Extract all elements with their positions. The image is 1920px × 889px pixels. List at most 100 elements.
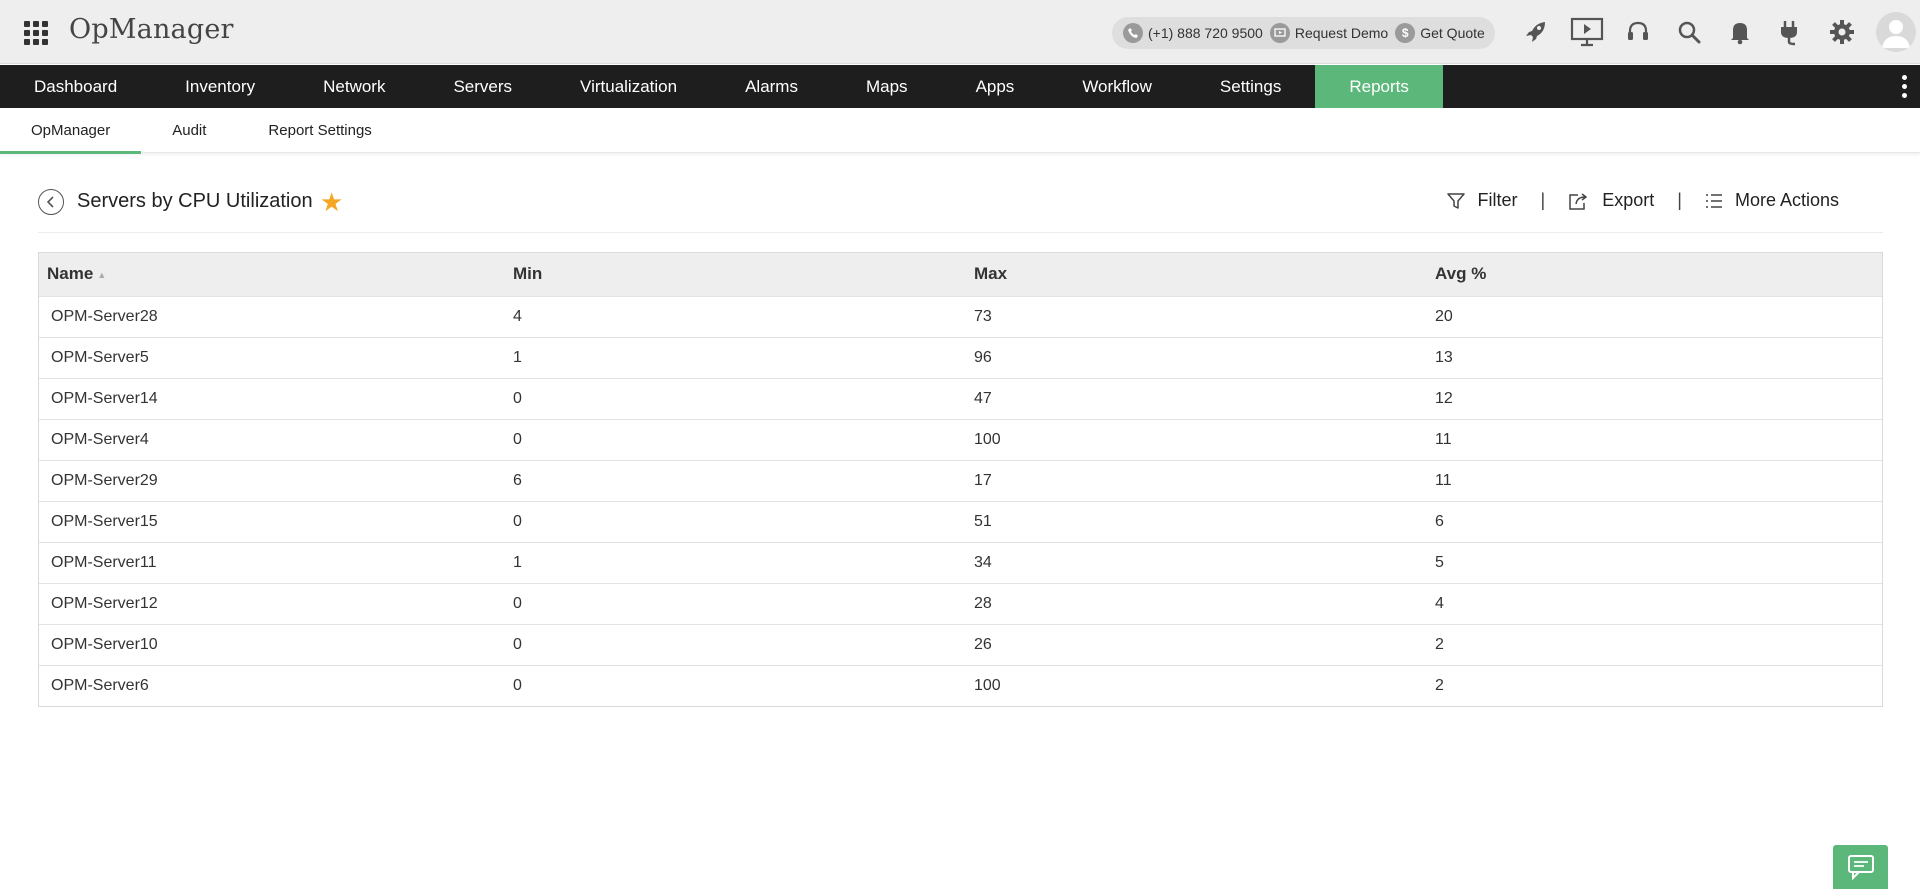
- rocket-icon[interactable]: [1510, 12, 1561, 52]
- chat-button[interactable]: [1833, 845, 1888, 889]
- nav-settings[interactable]: Settings: [1186, 65, 1315, 108]
- phone-icon: [1123, 23, 1143, 43]
- export-button[interactable]: Export: [1568, 190, 1654, 211]
- cell-min: 0: [513, 676, 522, 694]
- cell-min: 0: [513, 635, 522, 653]
- cell-name: OPM-Server28: [51, 307, 158, 325]
- cell-avg: 11: [1435, 471, 1452, 489]
- page-title: Servers by CPU Utilization: [77, 190, 313, 212]
- filter-icon: [1446, 192, 1465, 209]
- column-header-avg[interactable]: Avg %: [1427, 253, 1882, 296]
- search-icon[interactable]: [1663, 12, 1714, 52]
- action-separator: |: [1677, 190, 1682, 210]
- cell-name: OPM-Server11: [51, 553, 157, 571]
- column-header-name[interactable]: Name ▲: [39, 253, 505, 296]
- nav-reports[interactable]: Reports: [1315, 65, 1443, 108]
- cell-name: OPM-Server5: [51, 348, 149, 366]
- nav-workflow[interactable]: Workflow: [1048, 65, 1186, 108]
- favorite-star-icon[interactable]: ★: [320, 189, 343, 215]
- cell-min: 0: [513, 594, 522, 612]
- cell-avg: 12: [1435, 389, 1453, 407]
- top-icon-bar: [1510, 12, 1867, 52]
- plug-icon[interactable]: [1765, 12, 1816, 52]
- cell-max: 26: [974, 635, 992, 653]
- sort-icon: ▲: [97, 269, 107, 280]
- main-nav: Dashboard Inventory Network Servers Virt…: [0, 65, 1920, 108]
- cell-avg: 13: [1435, 348, 1453, 366]
- cell-min: 0: [513, 389, 522, 407]
- brand-logo[interactable]: OpManager: [69, 14, 234, 45]
- bell-icon[interactable]: [1714, 12, 1765, 52]
- table-row: OPM-Server15 0 51 6: [39, 501, 1882, 542]
- table-row: OPM-Server4 0 100 11: [39, 419, 1882, 460]
- cell-name: OPM-Server29: [51, 471, 158, 489]
- table-row: OPM-Server5 1 96 13: [39, 337, 1882, 378]
- apps-grid-icon[interactable]: [24, 21, 48, 45]
- dollar-icon: $: [1395, 23, 1416, 43]
- table-row: OPM-Server11 1 34 5: [39, 542, 1882, 583]
- contact-bar: (+1) 888 720 9500 Request Demo $ Get Quo…: [1112, 17, 1495, 49]
- cell-min: 0: [513, 430, 522, 448]
- cell-min: 1: [513, 553, 522, 571]
- chat-icon: [1847, 855, 1874, 880]
- table-row: OPM-Server6 0 100 2: [39, 665, 1882, 706]
- tab-opmanager[interactable]: OpManager: [0, 108, 142, 154]
- cell-name: OPM-Server14: [51, 389, 158, 407]
- tab-report-settings[interactable]: Report Settings: [237, 108, 402, 153]
- demo-icon: [1269, 23, 1290, 43]
- cell-avg: 2: [1435, 635, 1444, 653]
- report-table: Name ▲ Min Max Avg % OPM-Server28 4 73 20…: [38, 252, 1883, 707]
- request-demo-link[interactable]: Request Demo: [1269, 23, 1389, 43]
- cell-avg: 20: [1435, 307, 1453, 325]
- get-quote-link[interactable]: $ Get Quote: [1395, 23, 1485, 43]
- cell-name: OPM-Server12: [51, 594, 158, 612]
- nav-alarms[interactable]: Alarms: [711, 65, 832, 108]
- more-menu-icon[interactable]: [1898, 75, 1910, 99]
- cell-max: 17: [974, 471, 992, 489]
- phone-link[interactable]: (+1) 888 720 9500: [1123, 23, 1263, 43]
- nav-dashboard[interactable]: Dashboard: [0, 65, 151, 108]
- headset-icon[interactable]: [1612, 12, 1663, 52]
- nav-apps[interactable]: Apps: [942, 65, 1049, 108]
- cell-min: 1: [513, 348, 522, 366]
- cell-min: 4: [513, 307, 522, 325]
- cell-avg: 5: [1435, 553, 1444, 571]
- gear-icon[interactable]: [1816, 12, 1867, 52]
- export-icon: [1569, 192, 1588, 210]
- table-row: OPM-Server14 0 47 12: [39, 378, 1882, 419]
- request-demo-label: Request Demo: [1294, 25, 1389, 41]
- tab-audit[interactable]: Audit: [141, 108, 237, 153]
- cell-name: OPM-Server6: [51, 676, 149, 694]
- table-row: OPM-Server28 4 73 20: [39, 296, 1882, 337]
- column-header-min[interactable]: Min: [505, 253, 966, 296]
- cell-avg: 6: [1435, 512, 1444, 530]
- cell-max: 100: [974, 676, 1001, 694]
- report-actions: Filter | Export | More Actions: [1446, 190, 1839, 211]
- sub-nav: OpManager Audit Report Settings: [0, 108, 1920, 154]
- nav-network[interactable]: Network: [289, 65, 419, 108]
- cell-name: OPM-Server15: [51, 512, 158, 530]
- top-bar: OpManager (+1) 888 720 9500 Request Demo…: [0, 0, 1920, 64]
- table-header-row: Name ▲ Min Max Avg %: [39, 253, 1882, 296]
- nav-servers[interactable]: Servers: [419, 65, 546, 108]
- back-button[interactable]: [38, 189, 64, 215]
- more-actions-button[interactable]: More Actions: [1705, 190, 1839, 211]
- cell-min: 0: [513, 512, 522, 530]
- cell-avg: 11: [1435, 430, 1452, 448]
- list-icon: [1705, 193, 1722, 208]
- nav-virtualization[interactable]: Virtualization: [546, 65, 711, 108]
- phone-number: (+1) 888 720 9500: [1148, 25, 1263, 41]
- cell-avg: 2: [1435, 676, 1444, 694]
- nav-maps[interactable]: Maps: [832, 65, 942, 108]
- table-row: OPM-Server29 6 17 11: [39, 460, 1882, 501]
- chevron-left-icon: [46, 196, 54, 208]
- cell-name: OPM-Server4: [51, 430, 149, 448]
- nav-inventory[interactable]: Inventory: [151, 65, 289, 108]
- cell-max: 28: [974, 594, 992, 612]
- column-header-max[interactable]: Max: [966, 253, 1427, 296]
- cell-max: 34: [974, 553, 992, 571]
- presentation-icon[interactable]: [1561, 12, 1612, 52]
- cell-max: 51: [974, 512, 992, 530]
- user-avatar[interactable]: [1876, 12, 1916, 52]
- filter-button[interactable]: Filter: [1446, 190, 1518, 211]
